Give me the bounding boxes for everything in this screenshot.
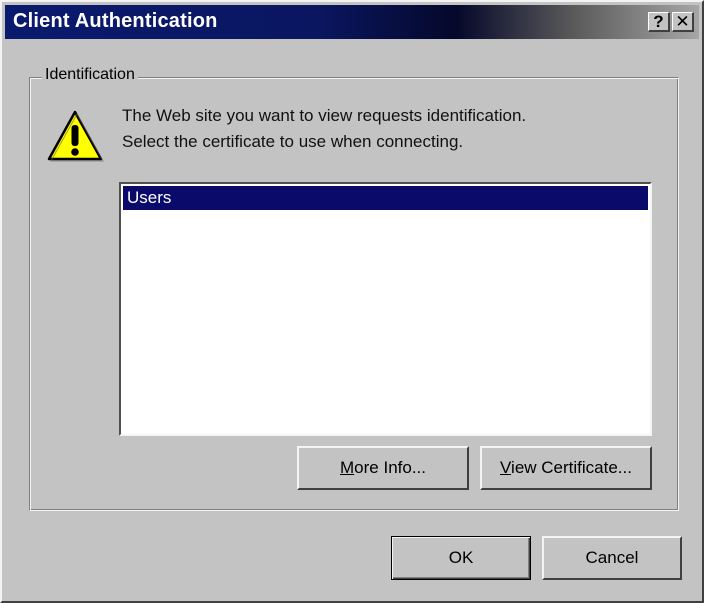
- message-line-1: The Web site you want to view requests i…: [122, 106, 527, 125]
- title-bar[interactable]: Client Authentication ? ✕: [5, 5, 699, 39]
- view-certificate-label: View Certificate...: [500, 458, 632, 477]
- close-icon: ✕: [675, 12, 690, 31]
- certificate-list-item[interactable]: Users: [123, 186, 648, 210]
- message-line-2: Select the certificate to use when conne…: [122, 132, 464, 151]
- more-info-button[interactable]: More Info...: [297, 446, 469, 490]
- close-button[interactable]: ✕: [672, 12, 694, 32]
- warning-icon: [47, 110, 104, 162]
- client-authentication-dialog: Client Authentication ? ✕ Identification…: [0, 0, 704, 603]
- window-title: Client Authentication: [13, 10, 218, 32]
- more-info-label: More Info...: [340, 458, 426, 477]
- cancel-label: Cancel: [585, 548, 639, 567]
- certificate-list[interactable]: Users: [119, 182, 652, 436]
- cancel-button[interactable]: Cancel: [542, 536, 682, 580]
- ok-button[interactable]: OK: [391, 536, 531, 580]
- view-certificate-button[interactable]: View Certificate...: [480, 446, 652, 490]
- identification-group-label: Identification: [42, 66, 138, 84]
- ok-label: OK: [448, 548, 474, 567]
- help-icon: ?: [653, 12, 664, 31]
- help-button[interactable]: ?: [648, 12, 670, 32]
